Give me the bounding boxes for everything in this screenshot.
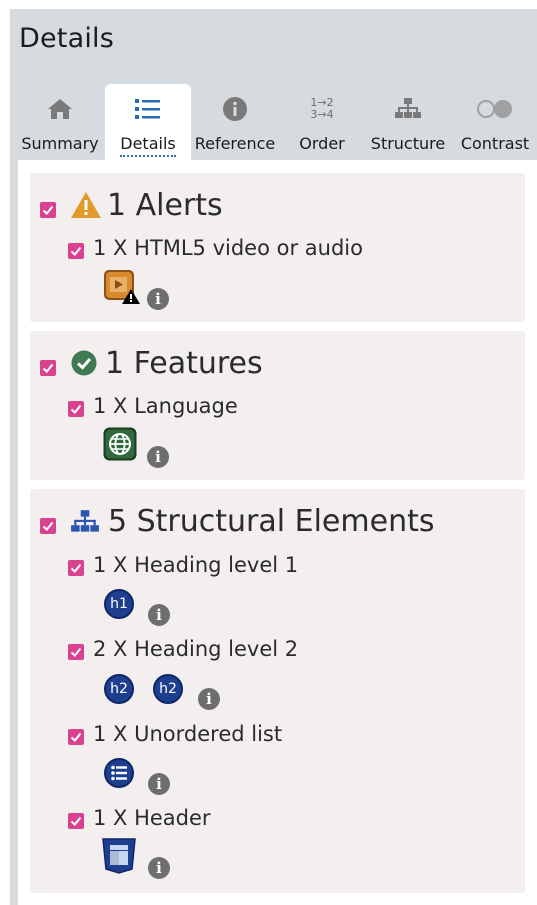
tab-bar: Summary Details Reference 1→2 3→4 Order …	[10, 76, 537, 160]
check-circle-icon	[71, 350, 97, 380]
unordered-list-icon[interactable]	[104, 758, 134, 792]
tab-contrast[interactable]: Contrast	[455, 84, 535, 160]
header-info-icon[interactable]: i	[148, 857, 170, 879]
order-icon-bottom: 3→4	[310, 108, 334, 121]
unordered-list-info-icon[interactable]: i	[148, 773, 170, 795]
video-alert-icon[interactable]	[103, 269, 141, 309]
tab-order[interactable]: 1→2 3→4 Order	[282, 84, 362, 160]
info-icon	[192, 94, 278, 124]
structural-checkbox[interactable]	[40, 518, 56, 534]
heading2-info-icon[interactable]: i	[198, 688, 220, 710]
structural-section: 5 Structural Elements 1 X Heading level …	[30, 489, 525, 893]
tab-label: Reference	[194, 134, 276, 153]
structural-title: 5 Structural Elements	[108, 504, 435, 539]
unordered-list-checkbox[interactable]	[68, 729, 84, 745]
tab-details[interactable]: Details	[105, 84, 191, 160]
header-icon[interactable]	[102, 838, 136, 878]
structure-icon	[366, 94, 450, 124]
language-checkbox[interactable]	[68, 401, 84, 417]
language-label: 1 X Language	[93, 394, 238, 418]
language-globe-icon[interactable]	[103, 427, 137, 465]
tab-label: Details	[120, 134, 176, 157]
features-title: 1 Features	[105, 346, 263, 381]
features-section: 1 Features 1 X Language i	[30, 331, 525, 480]
alerts-checkbox[interactable]	[40, 202, 56, 218]
heading1-info-icon[interactable]: i	[148, 604, 170, 626]
heading1-checkbox[interactable]	[68, 560, 84, 576]
heading2-checkbox[interactable]	[68, 644, 84, 660]
list-icon	[105, 94, 191, 124]
video-audio-label: 1 X HTML5 video or audio	[93, 236, 363, 260]
details-content: 1 Alerts 1 X HTML5 video or audio i 1 Fe…	[18, 160, 537, 905]
header-label: 1 X Header	[93, 806, 211, 830]
h2-badge-icon[interactable]: h2	[153, 674, 183, 704]
tab-label: Structure	[370, 134, 446, 153]
tab-label: Summary	[21, 134, 99, 153]
order-icon: 1→2 3→4	[282, 94, 362, 124]
panel-title: Details	[19, 23, 115, 54]
details-panel: Details Summary Details Reference 1→2 3→…	[10, 9, 537, 905]
warning-icon	[70, 191, 102, 223]
heading2-label: 2 X Heading level 2	[93, 637, 299, 661]
h1-badge-icon[interactable]: h1	[104, 589, 134, 619]
header-checkbox[interactable]	[68, 813, 84, 829]
video-alert-info-icon[interactable]: i	[147, 288, 169, 310]
tab-structure[interactable]: Structure	[366, 84, 450, 160]
unordered-list-label: 1 X Unordered list	[93, 722, 283, 746]
features-checkbox[interactable]	[40, 360, 56, 376]
language-info-icon[interactable]: i	[147, 446, 169, 468]
tab-label: Contrast	[460, 134, 530, 153]
tab-label: Order	[299, 134, 345, 153]
contrast-icon	[455, 94, 535, 124]
h2-badge-icon[interactable]: h2	[104, 674, 134, 704]
tab-reference[interactable]: Reference	[192, 84, 278, 160]
alerts-section: 1 Alerts 1 X HTML5 video or audio i	[30, 173, 525, 322]
video-audio-checkbox[interactable]	[68, 243, 84, 259]
home-icon	[16, 94, 104, 124]
tab-summary[interactable]: Summary	[16, 84, 104, 160]
alerts-title: 1 Alerts	[107, 188, 223, 223]
heading1-label: 1 X Heading level 1	[93, 553, 299, 577]
structure-tree-icon	[70, 509, 100, 539]
